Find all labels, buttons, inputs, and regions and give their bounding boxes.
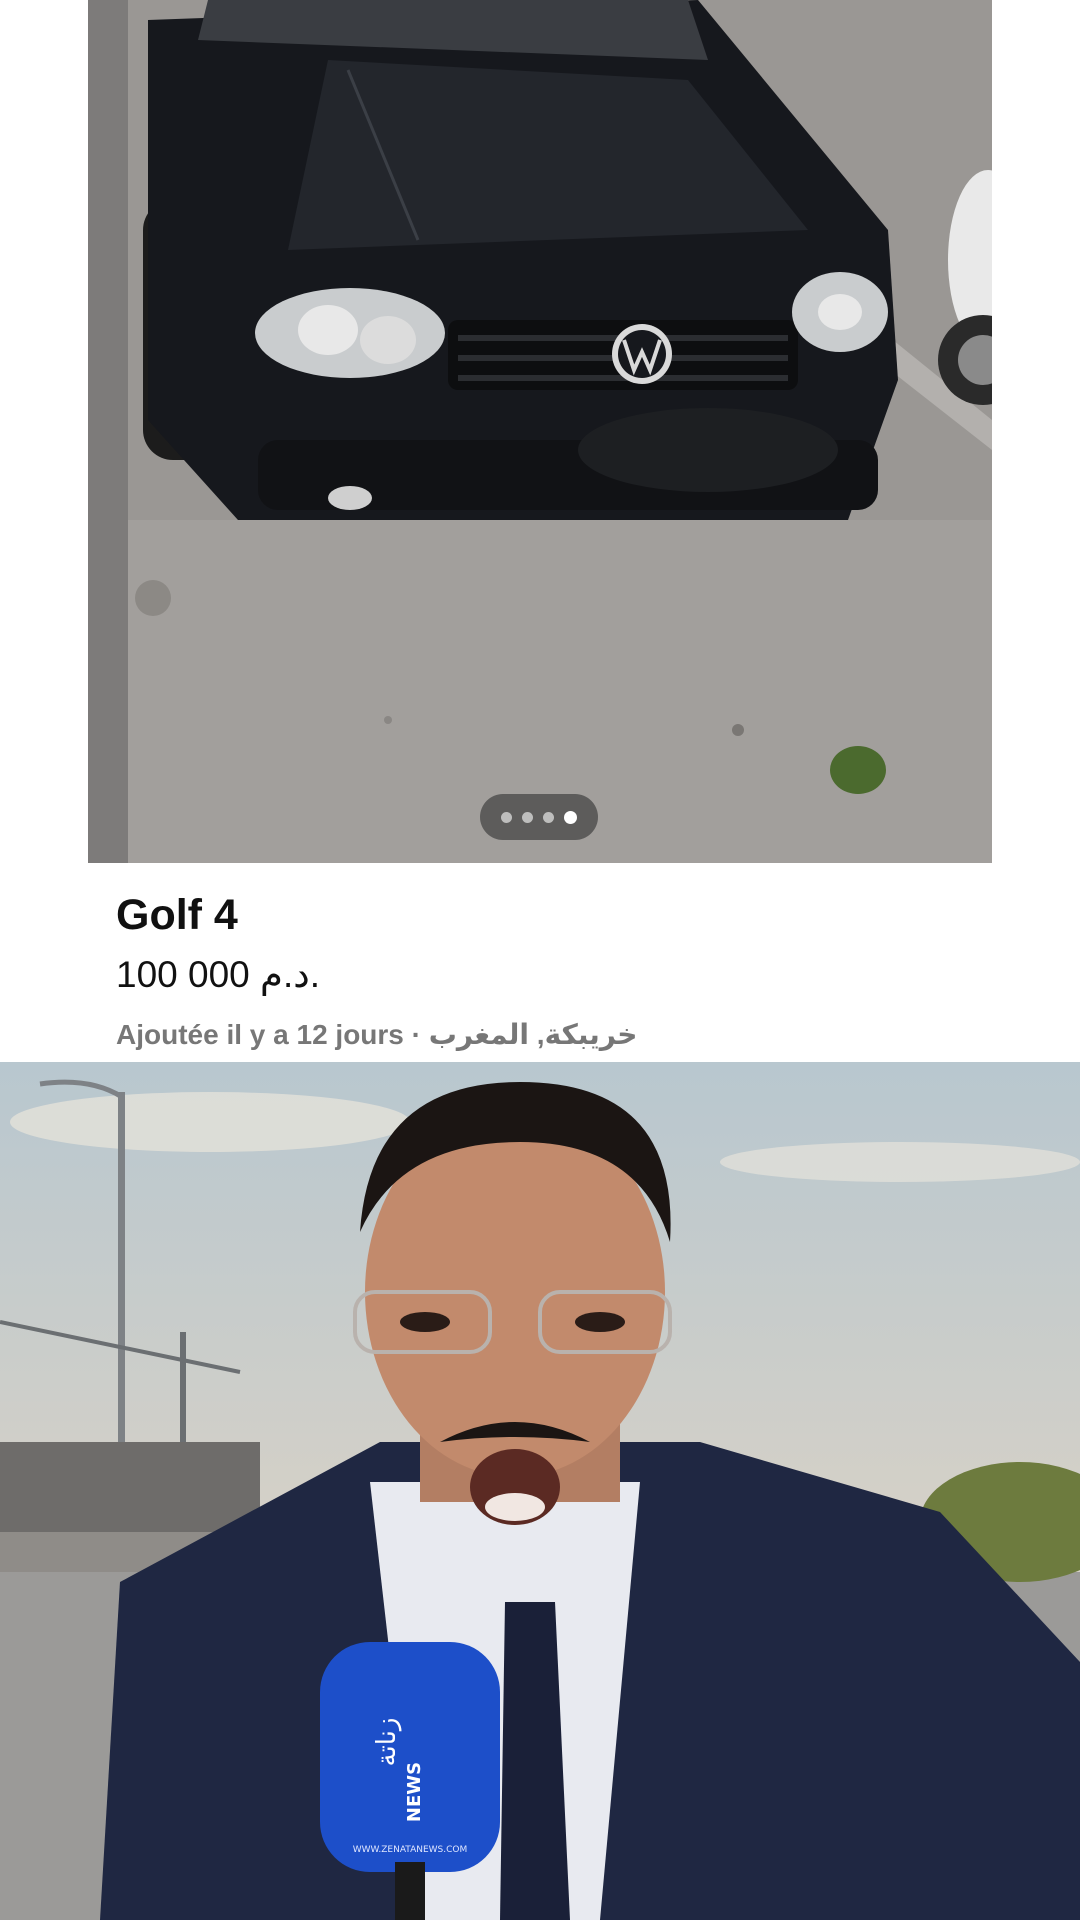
listing-price: 100 000 د.م.: [116, 954, 320, 995]
listing-info[interactable]: Golf 4 100 000 د.م. Ajoutée il y a 12 jo…: [116, 885, 1016, 1057]
next-listing-video[interactable]: زناتة NEWS WWW.ZENATANEWS.COM: [0, 1062, 1080, 1920]
listing-title: Golf 4: [116, 891, 238, 939]
listing-location: خريبكة, المغرب: [428, 1019, 638, 1050]
carousel-dots[interactable]: [480, 794, 598, 840]
mic-sub-text: NEWS: [404, 1762, 425, 1822]
video-frame: زناتة NEWS WWW.ZENATANEWS.COM: [0, 1062, 1080, 1920]
listing-meta: Ajoutée il y a 12 jours · خريبكة, المغرب: [116, 1013, 1016, 1057]
car-image: [88, 0, 992, 863]
pager-dot[interactable]: [501, 811, 512, 823]
listing-added: Ajoutée il y a 12 jours: [116, 1019, 404, 1050]
pager-dot-active[interactable]: [564, 810, 577, 824]
mic-url-text: WWW.ZENATANEWS.COM: [353, 1845, 468, 1855]
pager-dot[interactable]: [522, 811, 533, 823]
listing-photo[interactable]: [88, 0, 992, 863]
meta-separator: ·: [403, 1019, 429, 1050]
mic-brand-text: زناتة: [372, 1718, 402, 1767]
pager-dot[interactable]: [543, 811, 554, 823]
